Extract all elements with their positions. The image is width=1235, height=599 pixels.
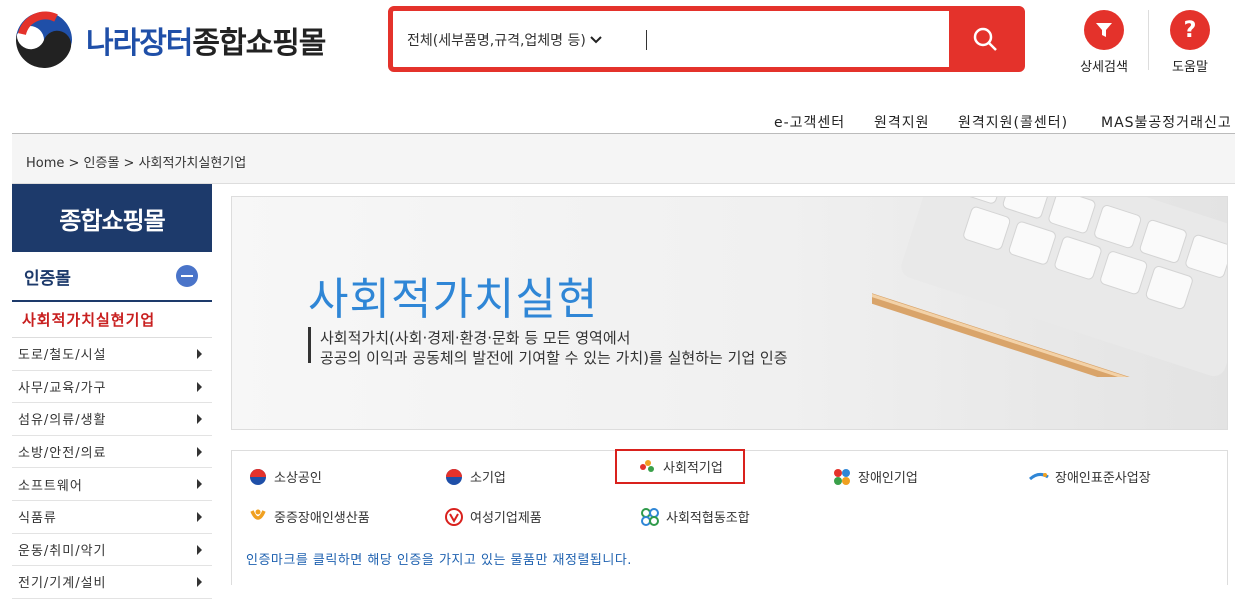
cert-label: 사회적기업 xyxy=(663,461,723,476)
chevron-right-icon xyxy=(197,381,202,392)
filter-icon xyxy=(1084,10,1124,50)
sidebar-item-label: 전기/기계/설비 xyxy=(18,576,107,592)
severe-disabled-icon xyxy=(250,509,266,520)
sidebar-item-label: 소방/안전/의료 xyxy=(18,446,107,462)
sidebar-item-electric[interactable]: 전기/기계/설비 xyxy=(12,566,212,599)
chevron-right-icon xyxy=(197,446,202,457)
nav-mas-report[interactable]: MAS불공정거래신고 xyxy=(1101,112,1232,132)
cert-filter-panel: 소상공인 소기업 사회적기업 장애인기업 장애인표준사업장 중증장애인생산품 여… xyxy=(231,449,1228,585)
keyboard-pen-illustration xyxy=(872,197,1227,377)
cert-label: 장애인기업 xyxy=(858,471,918,486)
nav-customer-center[interactable]: e-고객센터 xyxy=(774,112,845,132)
cert-disabled-enterprise[interactable]: 장애인기업 xyxy=(832,467,918,486)
search-scope-label: 전체(세부품명,규격,업체명 등) xyxy=(407,33,586,49)
cert-women-enterprise[interactable]: 여성기업제품 xyxy=(444,507,542,526)
cert-label: 사회적협동조합 xyxy=(666,511,750,526)
banner-bar xyxy=(308,327,311,363)
cert-notice: 인증마크를 클릭하면 해당 인증을 가지고 있는 물품만 재정렬됩니다. xyxy=(246,553,632,568)
detail-search-label: 상세검색 xyxy=(1080,60,1128,75)
chevron-right-icon xyxy=(197,544,202,555)
search-box: 전체(세부품명,규격,업체명 등) xyxy=(388,6,1025,72)
header-divider xyxy=(1148,10,1149,70)
chevron-right-icon xyxy=(197,414,202,425)
search-button[interactable] xyxy=(949,10,1021,68)
sidebar-item-office[interactable]: 사무/교육/가구 xyxy=(12,371,212,404)
social-cooperative-icon xyxy=(641,507,659,526)
cert-social-cooperative[interactable]: 사회적협동조합 xyxy=(640,507,750,526)
sidebar-item-label: 소프트웨어 xyxy=(18,478,83,494)
banner-desc-line2: 공공의 이익과 공동체의 발전에 기여할 수 있는 가치)를 실현하는 기업 인… xyxy=(320,349,788,367)
logo-text-a: 나라장터 xyxy=(86,26,193,61)
sidebar-item-selected[interactable]: 사회적가치실현기업 xyxy=(12,302,212,338)
banner-title: 사회적가치실현 xyxy=(308,274,599,325)
chevron-down-icon xyxy=(590,36,602,44)
top-nav: e-고객센터 원격지원 원격지원(콜센터) MAS불공정거래신고 xyxy=(0,110,1235,134)
sidebar-item-label: 운동/취미/악기 xyxy=(18,543,107,559)
logo-text: 나라장터종합쇼핑몰 xyxy=(86,18,326,62)
women-enterprise-icon xyxy=(445,507,463,526)
social-enterprise-icon xyxy=(640,459,654,472)
cert-label: 여성기업제품 xyxy=(470,511,542,526)
breadcrumb: Home > 인증몰 > 사회적가치실현기업 xyxy=(12,134,1235,184)
nav-remote-support-callcenter[interactable]: 원격지원(콜센터) xyxy=(958,112,1068,132)
cert-small-business[interactable]: 소기업 xyxy=(444,467,506,486)
sidebar-item-safety[interactable]: 소방/안전/의료 xyxy=(12,436,212,469)
sidebar-item-software[interactable]: 소프트웨어 xyxy=(12,468,212,501)
site-header: 나라장터종합쇼핑몰 전체(세부품명,규격,업체명 등) 상세검색 ? 도움말 xyxy=(0,0,1235,95)
sidebar-item-sports[interactable]: 운동/취미/악기 xyxy=(12,534,212,567)
detail-search-button[interactable]: 상세검색 xyxy=(1069,10,1139,75)
sidebar-category[interactable]: 인증몰 xyxy=(12,252,212,302)
question-icon: ? xyxy=(1170,10,1210,50)
sidebar-item-food[interactable]: 식품류 xyxy=(12,501,212,534)
disabled-enterprise-icon xyxy=(834,468,850,485)
taegeuk-logo-icon xyxy=(14,10,74,70)
search-scope-select[interactable]: 전체(세부품명,규격,업체명 등) xyxy=(407,30,602,50)
cert-label: 소상공인 xyxy=(274,471,322,486)
hero-banner: 사회적가치실현 사회적가치(사회·경제·환경·문화 등 모든 영역에서 공공의 … xyxy=(231,196,1228,430)
search-icon xyxy=(973,27,997,51)
taegeuk-icon xyxy=(250,468,266,485)
chevron-right-icon xyxy=(197,577,202,588)
sidebar-item-road[interactable]: 도로/철도/시설 xyxy=(12,338,212,371)
site-logo[interactable]: 나라장터종합쇼핑몰 xyxy=(12,8,326,72)
cert-social-enterprise[interactable]: 사회적기업 xyxy=(615,449,745,484)
cert-small-business-owner[interactable]: 소상공인 xyxy=(248,467,322,486)
standard-workplace-icon xyxy=(1029,472,1049,480)
cert-label: 중증장애인생산품 xyxy=(274,511,370,526)
sidebar-selected-label: 사회적가치실현기업 xyxy=(22,311,156,329)
nav-remote-support[interactable]: 원격지원 xyxy=(874,112,930,132)
cert-disabled-standard-workplace[interactable]: 장애인표준사업장 xyxy=(1029,467,1151,486)
help-button[interactable]: ? 도움말 xyxy=(1155,10,1225,75)
sidebar-title: 종합쇼핑몰 xyxy=(12,184,212,252)
chevron-right-icon xyxy=(197,511,202,522)
banner-desc-line1: 사회적가치(사회·경제·환경·문화 등 모든 영역에서 xyxy=(320,329,631,347)
taegeuk-icon xyxy=(446,468,462,485)
sidebar-item-label: 사무/교육/가구 xyxy=(18,380,107,396)
help-label: 도움말 xyxy=(1172,60,1208,75)
cert-label: 소기업 xyxy=(470,471,506,486)
cert-severe-disabled-product[interactable]: 중증장애인생산품 xyxy=(248,507,370,526)
sidebar-category-label: 인증몰 xyxy=(24,268,71,289)
cert-label: 장애인표준사업장 xyxy=(1055,471,1151,486)
chevron-right-icon xyxy=(197,349,202,359)
sidebar-item-label: 식품류 xyxy=(18,511,57,527)
search-input[interactable] xyxy=(646,30,647,50)
sidebar-item-label: 도로/철도/시설 xyxy=(18,348,107,364)
sidebar-item-label: 섬유/의류/생활 xyxy=(18,413,107,429)
collapse-icon[interactable] xyxy=(176,265,198,287)
sidebar-item-textile[interactable]: 섬유/의류/생활 xyxy=(12,403,212,436)
logo-text-b: 종합쇼핑몰 xyxy=(192,26,326,61)
sidebar: 종합쇼핑몰 인증몰 사회적가치실현기업 도로/철도/시설 사무/교육/가구 섬유… xyxy=(12,184,212,599)
chevron-right-icon xyxy=(197,479,202,490)
breadcrumb-text: Home > 인증몰 > 사회적가치실현기업 xyxy=(26,156,247,171)
